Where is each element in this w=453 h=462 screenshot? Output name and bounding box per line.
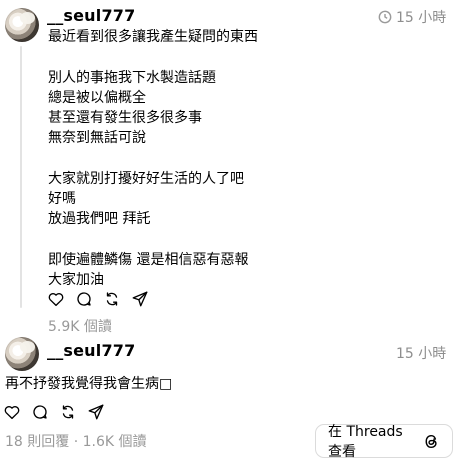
reply-comment-button[interactable] [30,402,50,422]
post-line: 好嗎 [48,191,76,207]
post-line [48,148,258,168]
reply-stats: 18 則回覆 · 1.6K 個讀 [5,434,147,450]
heart-icon [48,293,64,307]
open-in-threads-label: 在 Threads 查看 [328,424,403,460]
post-line: 即使遍體鱗傷 還是相信惡有惡報 [48,252,249,268]
threads-logo-icon [423,433,440,450]
post-body: 最近看到很多讓我產生疑問的東西 別人的事拖我下水製造話題 總是被以偏概全 甚至還… [48,27,258,290]
post-line [48,47,258,67]
share-icon [132,291,148,307]
post-timestamp: 15 小時 [396,10,447,26]
reply-like-button[interactable] [2,402,22,422]
post-line: 甚至還有發生很多很多事 [48,110,202,126]
like-button[interactable] [46,289,66,309]
repost-icon [62,405,74,419]
share-button[interactable] [130,289,150,309]
post-line: 最近看到很多讓我產生疑問的東西 [48,29,258,45]
comment-button[interactable] [74,289,94,309]
heart-icon [4,406,20,420]
edited-icon [378,9,392,28]
reply-username[interactable]: __seul777 [47,341,135,360]
post-line [48,229,258,249]
post-line: 大家加油 [48,272,104,288]
view-count: 5.9K 個讀 [48,319,112,335]
post-line: 總是被以偏概全 [48,90,146,106]
post-line: 大家就別打擾好好生活的人了吧 [48,171,244,187]
reply-share-button[interactable] [86,402,106,422]
repost-button[interactable] [102,289,122,309]
comment-icon [77,292,91,306]
avatar[interactable] [5,8,39,42]
post-line: 無奈到無話可說 [48,130,146,146]
reply-timestamp: 15 小時 [396,346,447,362]
repost-icon [106,292,118,306]
comment-icon [33,405,47,419]
thread-line [20,46,22,308]
share-icon [88,404,104,420]
post-line: 放過我們吧 拜託 [48,211,151,227]
post-username[interactable]: __seul777 [47,6,135,25]
reply-text: 再不抒發我覺得我會生病□ [5,376,173,392]
open-in-threads-button[interactable]: 在 Threads 查看 [315,424,453,460]
post-line: 別人的事拖我下水製造話題 [48,70,216,86]
reply-repost-button[interactable] [58,402,78,422]
reply-avatar[interactable] [5,337,39,371]
